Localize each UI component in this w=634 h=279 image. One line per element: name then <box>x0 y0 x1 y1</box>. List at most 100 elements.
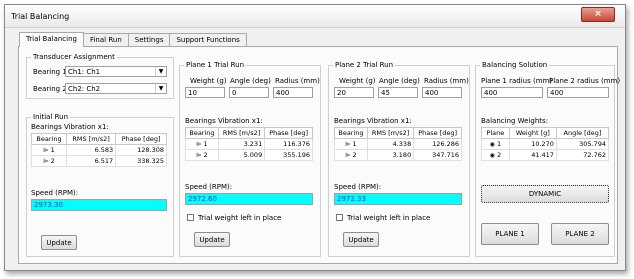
initial-update-button[interactable]: Update <box>41 235 77 250</box>
col-header-angle: Angle [deg] <box>555 127 610 139</box>
close-icon: × <box>594 9 602 19</box>
plane2-angle-label: Angle (deg) <box>379 77 420 85</box>
bearing-number: 1 <box>352 140 357 148</box>
table-row[interactable]: ◉ 2 41.417 72.762 <box>481 149 610 161</box>
table-row[interactable]: ⊫ 1 3.231 116.376 <box>185 138 313 150</box>
plane1-trial-weight-checkbox[interactable] <box>187 214 194 221</box>
plane1-weight-input[interactable]: 10 <box>185 87 225 98</box>
plane2-angle-input[interactable]: 45 <box>378 87 418 98</box>
plane2-vibration-label: Bearings Vibration x1: <box>334 117 412 125</box>
initial-vibration-table: Bearing RMS [m/s2] Phase [deg] ⊫ 1 6.583… <box>31 133 167 167</box>
plane-number: 1 <box>496 140 502 148</box>
plane2-radius-label: Plane 2 radius (mm) <box>549 77 621 85</box>
rms-cell: 6.583 <box>65 144 117 156</box>
bearing2-select[interactable]: Ch2: Ch2 ▼ <box>65 83 167 94</box>
col-header-bearing: Bearing <box>334 127 368 139</box>
solution-plane2-radius-input[interactable]: 400 <box>547 87 609 98</box>
col-header-rms: RMS [m/s2] <box>217 127 266 139</box>
bearing-icon: ⊫ <box>345 141 351 148</box>
main-window: Trial Balancing × Trial Balancing Final … <box>4 4 626 271</box>
window-title: Trial Balancing <box>11 12 70 21</box>
bearing-number: 1 <box>50 146 55 154</box>
bearing1-label: Bearing 1: <box>33 68 70 76</box>
plane2-weight-input[interactable]: 20 <box>334 87 374 98</box>
col-header-bearing: Bearing <box>185 127 219 139</box>
bearing-cell: ⊫ 2 <box>185 149 219 161</box>
plane1-weight-label: Weight (g) <box>190 77 227 85</box>
dynamic-button[interactable]: DYNAMIC <box>481 185 609 203</box>
initial-speed-label: Speed (RPM): <box>31 189 79 197</box>
initial-vibration-label: Bearings Vibration x1: <box>31 123 109 131</box>
plane2-weight-label: Weight (g) <box>339 77 376 85</box>
plane1-vibration-table: Bearing RMS [m/s2] Phase [deg] ⊫ 1 3.231… <box>185 127 313 161</box>
close-button[interactable]: × <box>581 7 615 22</box>
bearing1-value: Ch1: Ch1 <box>68 68 101 76</box>
plane1-radius-label: Plane 1 radius (mm) <box>481 77 553 85</box>
table-header-row: Bearing RMS [m/s2] Phase [deg] <box>185 127 313 139</box>
bearing2-value: Ch2: Ch2 <box>68 85 101 93</box>
table-row[interactable]: ⊫ 2 3.180 347.716 <box>334 149 462 161</box>
plane1-radius-input[interactable]: 400 <box>273 87 313 98</box>
table-header-row: Bearing RMS [m/s2] Phase [deg] <box>31 133 167 145</box>
plane-cell: ◉ 2 <box>481 149 510 161</box>
plane1-button[interactable]: PLANE 1 <box>481 223 539 245</box>
balancing-weights-table: Plane Weight [g] Angle [deg] ◉ 1 10.270 … <box>481 127 610 161</box>
phase-cell: 347.716 <box>413 149 462 161</box>
plane1-angle-input[interactable]: 0 <box>229 87 269 98</box>
rms-cell: 6.517 <box>65 155 117 167</box>
balancing-solution-group: Balancing Solution Plane 1 radius (mm) P… <box>475 61 620 257</box>
initial-run-legend: Initial Run <box>33 113 69 121</box>
plane-number: 2 <box>496 151 502 159</box>
plane2-radius-input[interactable]: 400 <box>422 87 462 98</box>
initial-speed-value: 2973.30 <box>31 199 167 211</box>
chevron-down-icon[interactable]: ▼ <box>155 67 166 76</box>
weight-cell: 10.270 <box>508 138 557 150</box>
tab-support-functions[interactable]: Support Functions <box>169 33 247 47</box>
plane1-speed-value: 2972.60 <box>185 193 313 205</box>
tab-trial-balancing[interactable]: Trial Balancing <box>19 32 84 47</box>
col-header-weight: Weight [g] <box>508 127 557 139</box>
tab-settings[interactable]: Settings <box>127 33 171 47</box>
table-row[interactable]: ⊫ 2 5.009 355.196 <box>185 149 313 161</box>
col-header-bearing: Bearing <box>31 133 67 145</box>
solution-legend: Balancing Solution <box>482 61 548 69</box>
plane1-speed-label: Speed (RPM): <box>185 183 233 191</box>
tab-panel: Transducer Assignment Bearing 1: Ch1: Ch… <box>18 46 620 264</box>
bearing-number: 2 <box>203 151 208 159</box>
col-header-rms: RMS [m/s2] <box>366 127 415 139</box>
plane2-button[interactable]: PLANE 2 <box>551 223 609 245</box>
plane1-trial-run-group: Plane 1 Trial Run Weight (g) Angle (deg)… <box>179 61 321 257</box>
table-row[interactable]: ◉ 1 10.270 305.794 <box>481 138 610 150</box>
bearing-number: 2 <box>352 151 357 159</box>
plane2-vibration-table: Bearing RMS [m/s2] Phase [deg] ⊫ 1 4.338… <box>334 127 462 161</box>
bearing-number: 1 <box>203 140 208 148</box>
initial-run-group: Initial Run Bearings Vibration x1: Beari… <box>26 113 174 257</box>
tab-strip: Trial Balancing Final Run Settings Suppo… <box>19 32 247 47</box>
phase-cell: 338.325 <box>115 155 167 167</box>
plane1-vibration-label: Bearings Vibration x1: <box>185 117 263 125</box>
plane1-update-button[interactable]: Update <box>194 232 230 247</box>
angle-cell: 305.794 <box>555 138 610 150</box>
angle-cell: 72.762 <box>555 149 610 161</box>
weight-icon: ◉ <box>489 152 495 159</box>
rms-cell: 3.231 <box>217 138 266 150</box>
bearing-cell: ⊫ 2 <box>334 149 368 161</box>
solution-plane1-radius-input[interactable]: 400 <box>481 87 543 98</box>
chevron-down-icon[interactable]: ▼ <box>155 84 166 93</box>
bearing-icon: ⊫ <box>43 147 49 154</box>
plane2-legend: Plane 2 Trial Run <box>335 61 394 69</box>
bearing-icon: ⊫ <box>43 158 49 165</box>
plane2-trial-run-group: Plane 2 Trial Run Weight (g) Angle (deg)… <box>328 61 470 257</box>
table-row[interactable]: ⊫ 1 6.583 128.308 <box>31 144 167 156</box>
tab-final-run[interactable]: Final Run <box>82 33 129 47</box>
plane2-trial-weight-checkbox[interactable] <box>336 214 343 221</box>
table-row[interactable]: ⊫ 2 6.517 338.325 <box>31 155 167 167</box>
plane2-update-button[interactable]: Update <box>343 232 379 247</box>
weight-icon: ◉ <box>489 141 495 148</box>
bearing1-select[interactable]: Ch1: Ch1 ▼ <box>65 66 167 77</box>
bearing-icon: ⊫ <box>345 152 351 159</box>
transducer-assignment-group: Transducer Assignment Bearing 1: Ch1: Ch… <box>26 53 174 99</box>
plane2-trial-weight-label: Trial weight left in place <box>347 214 431 222</box>
weight-cell: 41.417 <box>508 149 557 161</box>
table-row[interactable]: ⊫ 1 4.338 126.286 <box>334 138 462 150</box>
